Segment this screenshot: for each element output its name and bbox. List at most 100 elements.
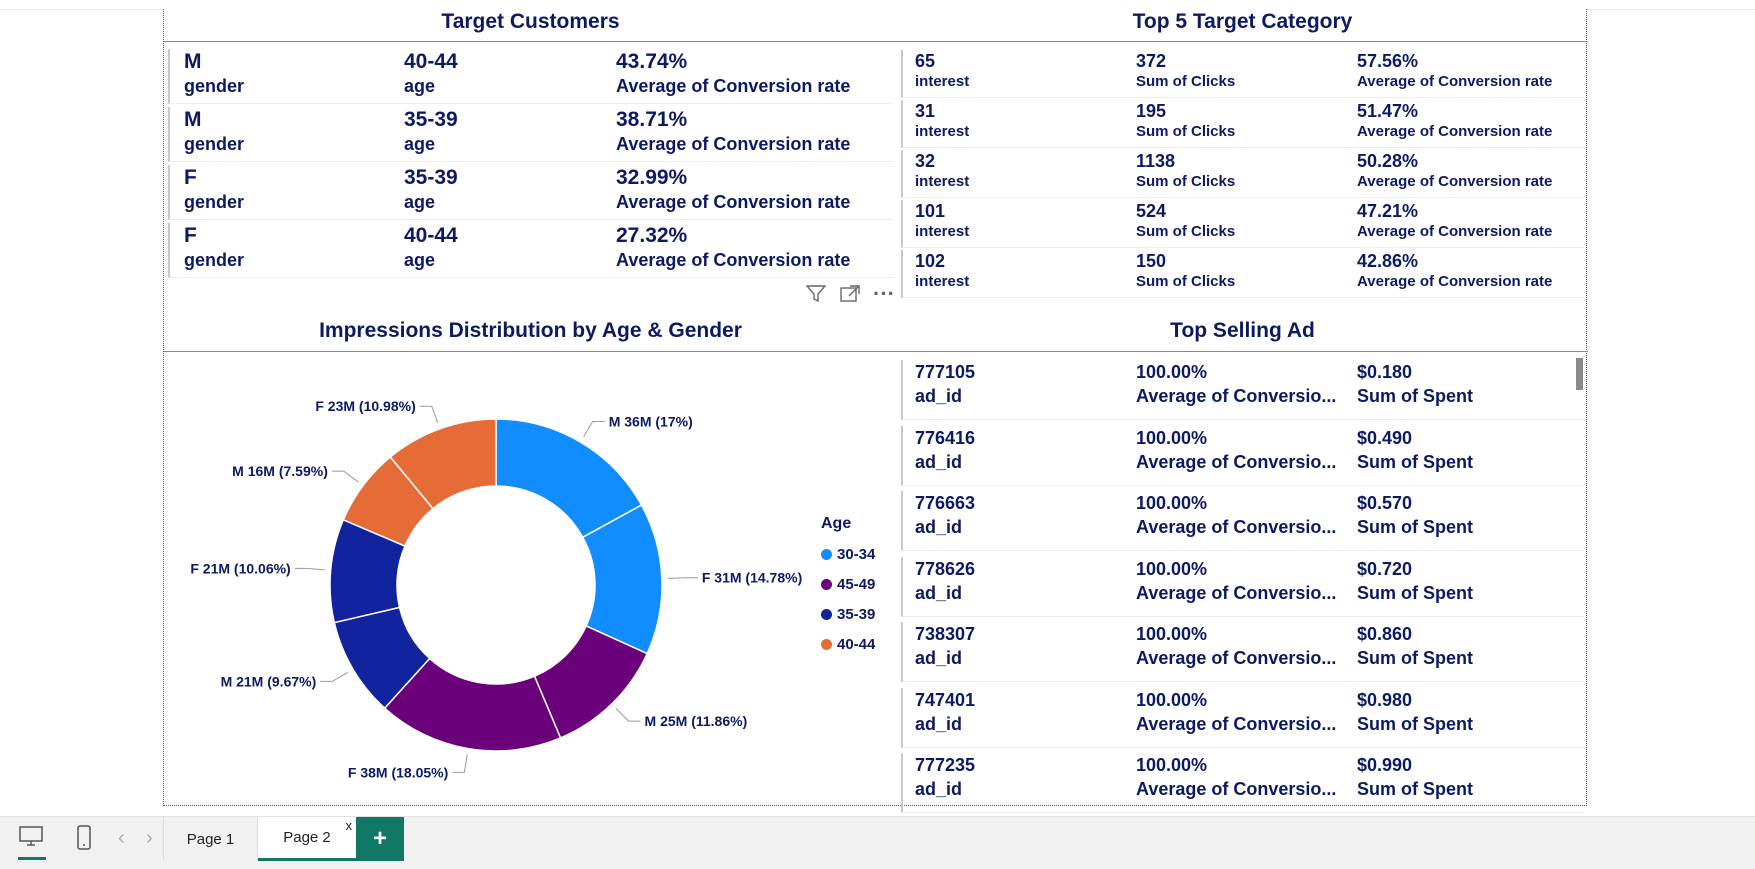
- card-cell-clicks: 372 Sum of Clicks: [1136, 50, 1235, 92]
- card-value: 40-44: [404, 50, 458, 73]
- card-cell-spent: $0.180 Sum of Spent: [1357, 360, 1473, 408]
- card-value: F: [184, 224, 197, 247]
- previous-page-button[interactable]: ‹: [118, 827, 125, 850]
- card-row[interactable]: 776416 ad_id 100.00% Average of Conversio..…: [901, 425, 1584, 486]
- legend-item[interactable]: 40-44: [821, 629, 875, 659]
- tab-label: Page 2: [283, 829, 331, 846]
- card-row[interactable]: Mgender 35-39 age 38.71% Average of Conversi…: [168, 107, 893, 162]
- card-cell-rate: 100.00% Average of Conversio...: [1136, 360, 1336, 408]
- card-row[interactable]: 747401 ad_id 100.00% Average of Conversio..…: [901, 687, 1584, 748]
- card-row[interactable]: Fgender 40-44 age 27.32% Average of Conversi…: [168, 223, 893, 278]
- card-row[interactable]: Mgender 40-44 age 43.74% Average of Conversi…: [168, 49, 893, 104]
- card-value: M: [184, 50, 202, 73]
- card-value: $0.860: [1357, 624, 1413, 644]
- donut-chart: M 36M (17%) F 31M (14.78%) M 25M (11.86%) F…: [190, 398, 802, 780]
- card-value: 776663: [915, 493, 976, 513]
- card-label: interest: [915, 273, 970, 290]
- card-value: 777105: [915, 362, 976, 382]
- add-page-button[interactable]: +: [356, 817, 404, 861]
- card-value: 100.00%: [1136, 624, 1208, 644]
- card-value: 35-39: [404, 166, 458, 189]
- card-row[interactable]: 32 interest 1138 Sum of Clicks 50.28% Average…: [901, 150, 1584, 198]
- next-page-button[interactable]: ›: [146, 827, 153, 850]
- card-label: ad_id: [915, 582, 963, 603]
- card-cell-ad_id: 776416 ad_id: [915, 426, 975, 474]
- impressions-chart-panel[interactable]: Impressions Distribution by Age & Gender…: [164, 309, 897, 806]
- panel-title: Top 5 Target Category: [1132, 10, 1353, 33]
- legend-swatch: [821, 608, 832, 620]
- card-row[interactable]: 102 interest 150 Sum of Clicks 42.86% Average…: [901, 250, 1584, 298]
- card-label: ad_id: [915, 517, 963, 537]
- card-cell-rate: 57.56% Average of Conversion rate: [1357, 50, 1552, 92]
- card-label: Average of Conversion rate: [616, 250, 851, 270]
- label-leader-line: [615, 707, 641, 722]
- card-value: $0.570: [1357, 493, 1413, 513]
- card-row[interactable]: 738307 ad_id 100.00% Average of Conversio..…: [901, 622, 1584, 682]
- mobile-view-icon[interactable]: [76, 825, 92, 856]
- label-leader-line: [419, 405, 439, 424]
- card-value: 27.32%: [616, 224, 688, 247]
- card-cell-ad_id: 777105 ad_id: [915, 360, 975, 408]
- card-value: 43.74%: [616, 50, 688, 73]
- title-divider: [164, 351, 897, 352]
- card-cell-ad_id: 778626 ad_id: [915, 557, 975, 605]
- card-value: 32: [915, 151, 936, 171]
- chart-title: Impressions Distribution by Age & Gender: [319, 319, 742, 342]
- visual-header: ···: [805, 283, 895, 305]
- card-value: M: [184, 108, 202, 131]
- card-cell-interest: 31 interest: [915, 100, 969, 142]
- card-cell-clicks: 195 Sum of Clicks: [1136, 100, 1235, 142]
- card-label: age: [404, 192, 436, 212]
- top-selling-ad-panel[interactable]: Top Selling Ad 777105 ad_id 100.00% Average…: [897, 309, 1588, 813]
- card-cell-rate: 100.00% Average of Conversio...: [1136, 426, 1336, 474]
- legend-swatch: [821, 638, 832, 650]
- card-row[interactable]: 101 interest 524 Sum of Clicks 47.21% Average…: [901, 200, 1584, 248]
- card-row[interactable]: 31 interest 195 Sum of Clicks 51.47% Average …: [901, 100, 1584, 148]
- card-row[interactable]: 777235 ad_id 100.00% Average of Conversio..…: [901, 753, 1584, 813]
- card-row[interactable]: 776663 ad_id 100.00% Average of Conversio..…: [901, 491, 1584, 551]
- card-label: ad_id: [915, 386, 963, 406]
- card-cell-rate: 100.00% Average of Conversio...: [1136, 557, 1336, 605]
- data-label: M 36M (17%): [609, 413, 693, 429]
- card-value: 38.71%: [616, 108, 688, 131]
- legend-swatch: [821, 548, 832, 560]
- tab-page-2[interactable]: Page 2 x: [258, 817, 356, 861]
- card-label: gender: [184, 192, 245, 212]
- label-leader-line: [320, 671, 349, 682]
- card-row[interactable]: 777105 ad_id 100.00% Average of Conversio..…: [901, 360, 1584, 420]
- legend-item[interactable]: 45-49: [821, 569, 875, 599]
- card-value: 524: [1136, 201, 1167, 221]
- desktop-view-icon[interactable]: [18, 825, 46, 860]
- report-canvas: Target Customers Mgender 40-44 age 43.74% Av…: [163, 9, 1588, 813]
- card-row[interactable]: Fgender 35-39 age 32.99% Average of Conversi…: [168, 165, 893, 220]
- card-value: F: [184, 166, 197, 189]
- plus-icon: +: [372, 825, 387, 852]
- card-label: Average of Conversion rate: [1357, 73, 1553, 90]
- card-value: 738307: [915, 624, 976, 644]
- more-options-icon[interactable]: ···: [873, 283, 895, 305]
- data-label: F 21M (10.06%): [190, 560, 290, 576]
- card-cell-rate: 50.28% Average of Conversion rate: [1357, 150, 1552, 192]
- card-value: 100.00%: [1136, 362, 1208, 382]
- card-label: Sum of Spent: [1357, 648, 1473, 668]
- focus-mode-icon[interactable]: [839, 283, 861, 305]
- card-value: 747401: [915, 689, 976, 710]
- target-customers-panel[interactable]: Target Customers Mgender 40-44 age 43.74% Av…: [164, 9, 897, 309]
- card-row[interactable]: 65 interest 372 Sum of Clicks 57.56% Average …: [901, 50, 1584, 98]
- card-label: gender: [184, 134, 245, 154]
- legend-item[interactable]: 35-39: [821, 599, 875, 629]
- scrollbar-thumb[interactable]: [1576, 358, 1583, 390]
- card-value: $0.990: [1357, 755, 1413, 775]
- close-tab-button[interactable]: x: [346, 818, 353, 833]
- legend-item[interactable]: 30-34: [821, 539, 875, 569]
- filter-icon[interactable]: [805, 283, 827, 305]
- card-cell-gender: Fgender: [184, 223, 244, 271]
- card-cell-rate: 38.71% Average of Conversion rate: [616, 107, 850, 155]
- card-row[interactable]: 778626 ad_id 100.00% Average of Conversio..…: [901, 556, 1584, 617]
- tab-page-1[interactable]: Page 1: [163, 817, 258, 861]
- top-category-panel[interactable]: Top 5 Target Category 65 interest 372 Sum o…: [897, 9, 1588, 309]
- card-label: Sum of Spent: [1357, 451, 1473, 472]
- card-value: 776416: [915, 427, 976, 448]
- card-value: 42.86%: [1357, 251, 1419, 271]
- card-label: gender: [184, 76, 245, 96]
